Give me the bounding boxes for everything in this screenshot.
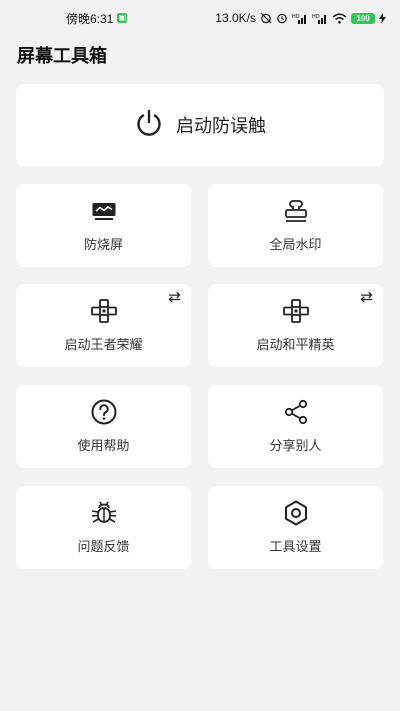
tool-settings-label: 工具设置 [269, 539, 322, 554]
tool-settings-button[interactable]: 工具设置 [208, 486, 383, 569]
battery-level: 100 [356, 13, 370, 23]
bug-icon [89, 500, 119, 526]
status-time: 傍晚6:31 [66, 11, 114, 26]
help-icon [90, 399, 118, 425]
alarm-off-icon [260, 12, 272, 24]
share-button[interactable]: 分享别人 [208, 385, 383, 468]
share-label: 分享别人 [269, 438, 322, 453]
start-anti-touch-button[interactable]: 启动防误触 [16, 84, 384, 166]
svg-text:HD: HD [292, 14, 300, 20]
alarm-icon [276, 12, 288, 24]
status-left: 傍晚6:31 ▣ [66, 10, 128, 27]
gamepad-icon [90, 298, 118, 324]
wifi-icon [332, 13, 347, 24]
global-watermark-label: 全局水印 [269, 237, 322, 252]
gamepad-icon [282, 298, 310, 324]
feedback-label: 问题反馈 [77, 539, 130, 554]
network-speed: 13.0K/s [215, 11, 256, 25]
swap-icon[interactable]: ⇄ [360, 288, 373, 306]
launch-honor-of-kings-label: 启动王者荣耀 [64, 337, 143, 352]
help-label: 使用帮助 [77, 438, 130, 453]
launch-peace-elite-button[interactable]: ⇄ 启动和平精英 [208, 284, 383, 367]
charging-icon [379, 12, 386, 24]
signal-hd-icon: HD [292, 13, 308, 24]
global-watermark-button[interactable]: 全局水印 [208, 184, 383, 267]
stamp-icon [283, 198, 309, 224]
burn-in-protection-button[interactable]: 防烧屏 [16, 184, 191, 267]
burn-in-protection-label: 防烧屏 [83, 237, 123, 252]
help-button[interactable]: 使用帮助 [16, 385, 191, 468]
launch-honor-of-kings-button[interactable]: ⇄ 启动王者荣耀 [16, 284, 191, 367]
start-anti-touch-label: 启动防误触 [176, 116, 266, 136]
settings-gear-icon [282, 500, 310, 526]
svg-text:HD: HD [312, 14, 320, 20]
feedback-button[interactable]: 问题反馈 [16, 486, 191, 569]
page-title: 屏幕工具箱 [17, 46, 107, 66]
launch-peace-elite-label: 启动和平精英 [256, 337, 335, 352]
battery-icon: 100 [351, 12, 375, 24]
power-icon [134, 108, 164, 143]
status-bar: 傍晚6:31 ▣ 13.0K/s HD HD 100 [0, 0, 400, 36]
notification-icon: ▣ [117, 13, 128, 23]
status-right: 13.0K/s HD HD 100 [215, 11, 386, 25]
share-icon [283, 399, 309, 425]
swap-icon[interactable]: ⇄ [168, 288, 181, 306]
monitor-wave-icon [91, 198, 117, 224]
signal-hd-icon: HD [312, 13, 328, 24]
